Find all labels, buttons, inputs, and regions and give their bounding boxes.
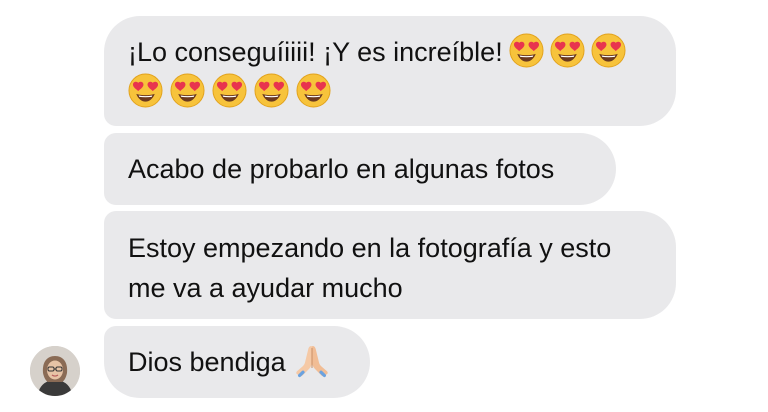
- folded-hands-emoji-icon: [292, 342, 332, 380]
- message-bubble-2[interactable]: Acabo de probarlo en algunas fotos: [104, 133, 616, 205]
- message-bubble-1[interactable]: ¡Lo conseguíiiii! ¡Y es increíble!: [104, 16, 676, 126]
- heart-eyes-emoji-icon: [591, 33, 626, 68]
- message-1-line-1: ¡Lo conseguíiiii! ¡Y es increíble!: [128, 32, 652, 72]
- message-3-line-1: Estoy empezando en la fotografía y esto: [128, 233, 612, 263]
- heart-eyes-emoji-icon: [550, 33, 585, 68]
- heart-eyes-emoji-icon: [509, 33, 544, 68]
- profile-photo-icon: [30, 346, 80, 396]
- message-4-line: Dios bendiga: [128, 342, 346, 383]
- message-1-emoji-row: [128, 73, 652, 108]
- message-4-text: Dios bendiga: [128, 347, 286, 377]
- message-3-line-2: me va a ayudar mucho: [128, 273, 403, 303]
- message-thread: ¡Lo conseguíiiii! ¡Y es increíble! Acabo…: [0, 0, 768, 412]
- heart-eyes-emoji-icon: [170, 73, 205, 108]
- message-bubble-4[interactable]: Dios bendiga: [104, 326, 370, 398]
- heart-eyes-emoji-icon: [296, 73, 331, 108]
- avatar[interactable]: [30, 346, 80, 396]
- heart-eyes-emoji-icon: [128, 73, 163, 108]
- heart-eyes-emoji-icon: [254, 73, 289, 108]
- message-2-text: Acabo de probarlo en algunas fotos: [128, 154, 555, 184]
- message-bubble-3[interactable]: Estoy empezando en la fotografía y esto …: [104, 211, 676, 319]
- heart-eyes-emoji-icon: [212, 73, 247, 108]
- message-1-text: ¡Lo conseguíiiii! ¡Y es increíble!: [128, 37, 503, 67]
